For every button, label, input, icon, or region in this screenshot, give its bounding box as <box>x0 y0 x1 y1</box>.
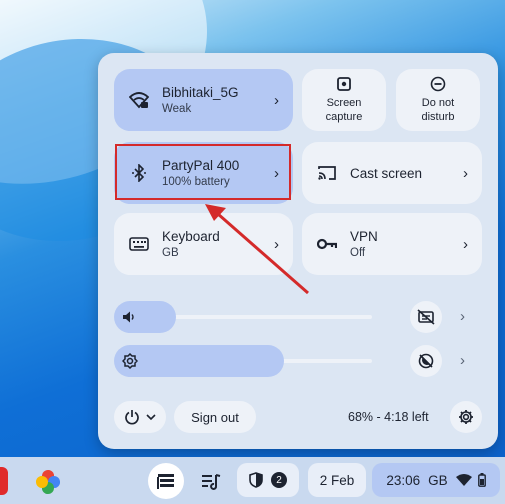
date-tray[interactable]: 2 Feb <box>308 463 366 497</box>
shelf: 2 2 Feb 23:06 GB <box>0 457 505 504</box>
app-icon-partial[interactable] <box>0 467 8 495</box>
files-app-icon[interactable] <box>148 463 184 499</box>
notification-tray[interactable]: 2 <box>237 463 299 497</box>
status-area[interactable]: 23:06 GB <box>372 463 500 497</box>
clock-time: 23:06 <box>386 472 421 488</box>
wifi-icon <box>455 474 472 486</box>
shield-icon <box>249 472 263 488</box>
battery-icon <box>477 473 486 487</box>
photos-app-icon[interactable] <box>31 465 65 499</box>
media-controls-icon[interactable] <box>196 467 226 497</box>
locale-indicator: GB <box>428 472 448 488</box>
annotation-arrow <box>205 204 309 295</box>
notification-count-badge: 2 <box>271 472 287 488</box>
